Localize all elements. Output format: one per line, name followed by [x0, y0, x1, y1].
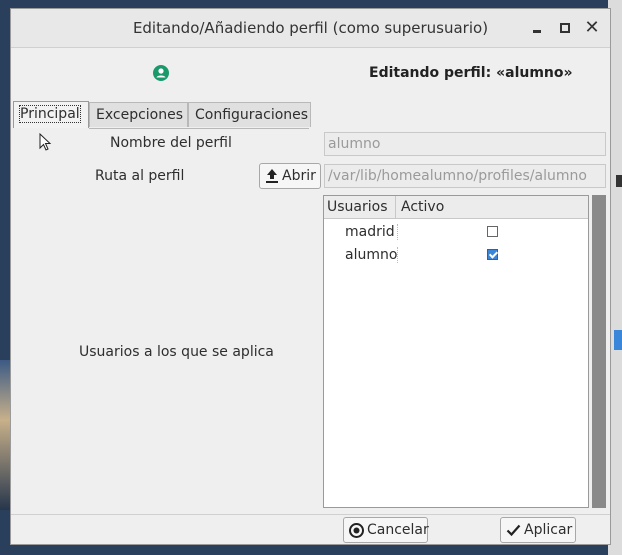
apply-button-label: Aplicar [524, 522, 573, 538]
active-checkbox-checked[interactable] [487, 249, 498, 260]
minimize-icon[interactable] [529, 20, 545, 36]
profile-path-field[interactable]: /var/lib/homealumno/profiles/alumno [324, 164, 606, 188]
active-checkbox[interactable] [487, 226, 498, 237]
open-button-label: Abrir [282, 168, 316, 184]
profile-name-field[interactable]: alumno [324, 132, 606, 156]
profile-name-label: Nombre del perfil [110, 135, 232, 151]
path-label: Ruta al perfil [95, 168, 185, 184]
tab-excepciones-label: Excepciones [96, 107, 184, 123]
open-button[interactable]: Abrir [259, 163, 321, 189]
title-bar[interactable]: Editando/Añadiendo perfil (como superusu… [11, 9, 610, 48]
tab-configuraciones-label: Configuraciones [195, 107, 309, 123]
footer-divider [11, 514, 610, 515]
window-title: Editando/Añadiendo perfil (como superusu… [132, 19, 489, 37]
checkmark-icon [506, 524, 521, 537]
desktop-background-left [0, 360, 10, 510]
tab-configuraciones[interactable]: Configuraciones [188, 102, 311, 127]
tab-principal[interactable]: Principal [13, 101, 89, 128]
upload-icon [266, 169, 278, 183]
cancel-button-label: Cancelar [367, 522, 429, 538]
apply-button[interactable]: Aplicar [500, 517, 576, 543]
table-row[interactable]: alumno [324, 244, 588, 267]
cancel-icon [349, 522, 364, 538]
users-label: Usuarios a los que se aplica [79, 344, 274, 360]
user-name-cell: madrid [345, 224, 395, 240]
mouse-pointer-icon [39, 133, 52, 151]
column-header-activo[interactable]: Activo [401, 199, 444, 215]
profile-editor-window: Editando/Añadiendo perfil (como superusu… [10, 8, 611, 545]
table-row[interactable]: madrid [324, 221, 588, 244]
header-title: Editando perfil: «alumno» [369, 65, 573, 81]
users-table[interactable]: Usuarios Activo madrid alumno [323, 195, 589, 508]
table-header: Usuarios Activo [324, 196, 588, 219]
cancel-button[interactable]: Cancelar [343, 517, 429, 543]
maximize-icon[interactable] [557, 20, 573, 36]
user-name-cell: alumno [345, 247, 398, 263]
column-header-usuarios[interactable]: Usuarios [327, 199, 388, 215]
table-scrollbar[interactable] [592, 195, 606, 508]
tab-principal-label: Principal [19, 105, 81, 123]
user-circle-icon [153, 65, 169, 81]
close-icon[interactable]: ✕ [584, 19, 600, 37]
tab-excepciones[interactable]: Excepciones [89, 102, 188, 127]
tab-divider [89, 128, 309, 129]
